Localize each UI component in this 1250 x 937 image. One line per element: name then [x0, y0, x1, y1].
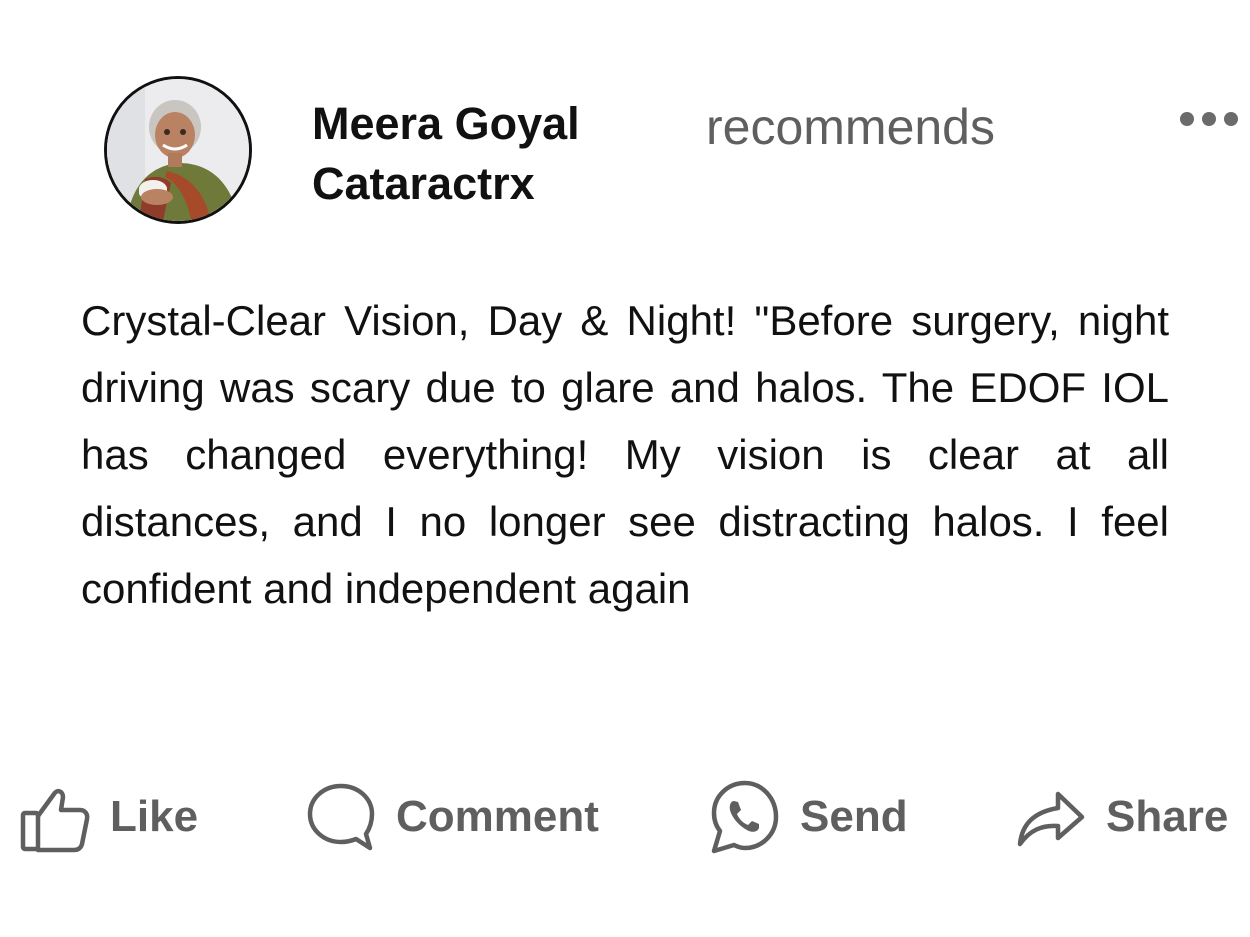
- send-button[interactable]: Send: [708, 772, 908, 862]
- avatar-photo: [107, 79, 249, 221]
- author-name-line2: Cataractrx: [312, 158, 535, 209]
- share-arrow-icon: [1017, 791, 1085, 847]
- like-label: Like: [110, 792, 199, 841]
- more-horizontal-icon: [1180, 112, 1238, 126]
- like-button[interactable]: Like: [18, 772, 198, 862]
- avatar[interactable]: [104, 76, 252, 224]
- share-label: Share: [1106, 792, 1229, 841]
- thumbs-up-icon: [20, 788, 90, 853]
- author-name[interactable]: Meera Goyal Cataractrx: [312, 94, 580, 214]
- recommends-label: recommends: [706, 99, 995, 155]
- send-label: Send: [800, 792, 908, 841]
- comment-bubble-icon: [307, 783, 375, 851]
- author-name-line1: Meera Goyal: [312, 98, 580, 149]
- comment-label: Comment: [396, 792, 599, 841]
- share-button[interactable]: Share: [1014, 772, 1228, 862]
- post-text: Crystal-Clear Vision, Day & Night! "Befo…: [81, 297, 1169, 612]
- comment-button[interactable]: Comment: [304, 772, 599, 862]
- action-bar: Like Comment Send Share: [0, 772, 1250, 862]
- more-options-button[interactable]: [1178, 108, 1240, 130]
- whatsapp-icon: [711, 780, 779, 854]
